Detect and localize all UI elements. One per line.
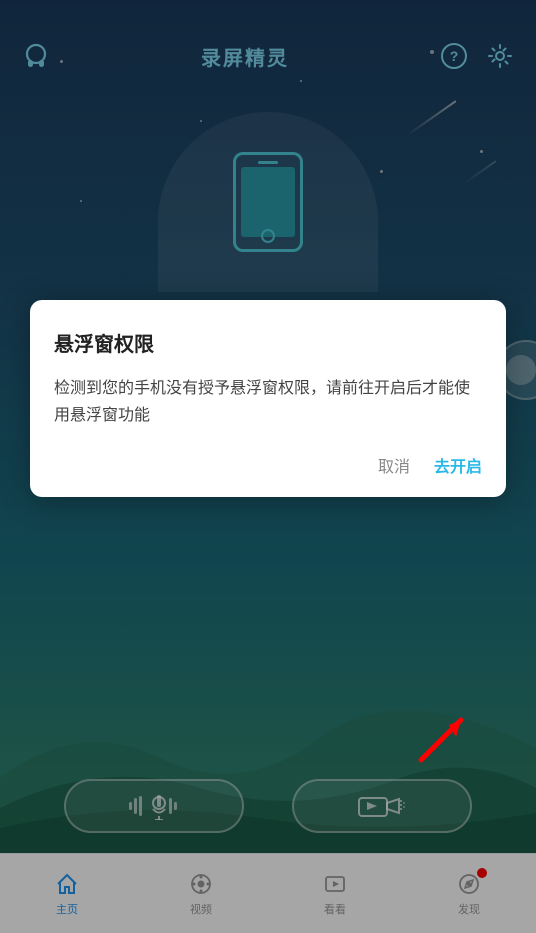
dialog-title: 悬浮窗权限	[54, 328, 482, 357]
app-background: 录屏精灵 ? 竖屏录制	[0, 0, 536, 933]
cancel-button[interactable]: 取消	[378, 453, 410, 477]
confirm-button[interactable]: 去开启	[434, 453, 482, 477]
permission-dialog: 悬浮窗权限 检测到您的手机没有授予悬浮窗权限，请前往开启后才能使用悬浮窗功能 取…	[30, 300, 506, 497]
dialog-actions: 取消 去开启	[54, 453, 482, 477]
dialog-content: 检测到您的手机没有授予悬浮窗权限，请前往开启后才能使用悬浮窗功能	[54, 375, 482, 429]
